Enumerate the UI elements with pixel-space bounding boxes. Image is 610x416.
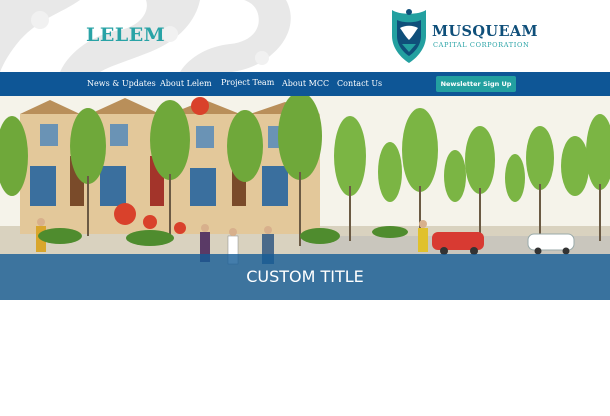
brand-logo[interactable]: MUSQUEAM CAPITAL CORPORATION	[389, 6, 538, 66]
nav-item-about-mcc[interactable]: About MCC	[282, 72, 329, 96]
nav-item-about-lelem[interactable]: About Lelem	[160, 72, 212, 96]
nav-item-contact-us[interactable]: Contact Us	[337, 72, 382, 96]
site-title[interactable]: LELEM	[86, 24, 165, 46]
newsletter-signup-button[interactable]: Newsletter Sign Up	[436, 76, 516, 92]
hero-banner: CUSTOM TITLE	[0, 96, 610, 300]
nav-item-news-updates[interactable]: News & Updates	[87, 72, 156, 96]
site-header: LELEM MUSQUEAM CAPITAL CORPORATION	[0, 0, 610, 72]
brand-name: MUSQUEAM	[432, 23, 538, 40]
brand-subtitle: CAPITAL CORPORATION	[433, 41, 530, 49]
nav-item-project-team[interactable]: Project Team	[221, 71, 274, 95]
musqueam-shield-icon	[392, 9, 426, 63]
hero-title: CUSTOM TITLE	[246, 267, 364, 286]
main-navigation: News & Updates About Lelem Project Team …	[0, 72, 610, 96]
